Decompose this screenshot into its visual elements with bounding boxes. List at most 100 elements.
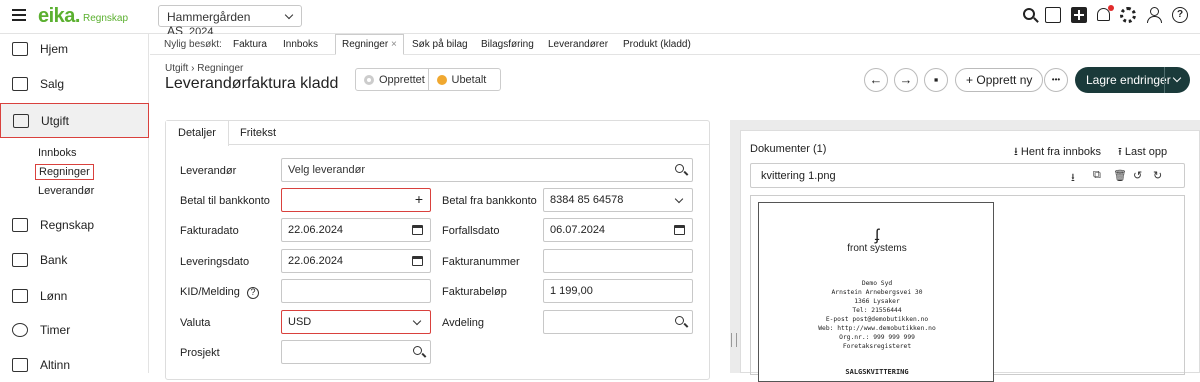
recent-tab-regninger[interactable]: Regninger × [335, 34, 404, 55]
comment-button[interactable]: ▪ [924, 68, 948, 92]
page-title: Leverandørfaktura kladd [165, 75, 339, 92]
gear-icon[interactable] [1120, 7, 1136, 23]
kid-label: KID/Melding ? [180, 286, 259, 299]
save-button[interactable]: Lagre endringer [1075, 67, 1190, 93]
help-icon[interactable]: ? [1172, 7, 1188, 23]
subnav-leverandor[interactable]: Leverandør [38, 185, 94, 197]
search-icon[interactable] [675, 164, 684, 173]
nav-bank[interactable]: Bank [0, 244, 149, 276]
receipt-line: 1366 Lysaker [854, 298, 900, 305]
betal-fra-select[interactable]: 8384 85 64578 [543, 188, 693, 212]
leveringsdato-value: 22.06.2024 [288, 255, 344, 267]
more-button[interactable]: ••• [1044, 68, 1068, 92]
recent-tabs-bar: Nylig besøkt: Faktura Innboks Regninger … [150, 34, 1200, 55]
valuta-select[interactable]: USD [281, 310, 431, 334]
fakturadato-input[interactable]: 22.06.2024 [281, 218, 431, 242]
kid-input[interactable] [281, 279, 431, 303]
fakturadato-label: Fakturadato [180, 225, 239, 237]
forfallsdato-label: Forfallsdato [442, 225, 500, 237]
upload-link[interactable]: ⭱ Last opp [1118, 143, 1167, 162]
breadcrumb[interactable]: Utgift › Regninger [165, 63, 243, 74]
recent-tab-innboks[interactable]: Innboks [283, 34, 318, 55]
recent-tab-bilagsforing[interactable]: Bilagsføring [481, 34, 534, 55]
plus-icon[interactable]: + [415, 191, 423, 207]
fetch-from-inbox-link[interactable]: ⭳ Hent fra innboks [1014, 143, 1101, 162]
leverandor-input[interactable]: Velg leverandør [281, 158, 693, 182]
leverandor-placeholder: Velg leverandør [288, 164, 366, 176]
status-unpaid-label: Ubetalt [451, 73, 487, 86]
nav-utgift[interactable]: Utgift [0, 103, 149, 138]
betal-fra-value: 8384 85 64578 [550, 194, 624, 206]
fakturanummer-label: Fakturanummer [442, 256, 520, 268]
logo: eika. [38, 5, 80, 27]
document-preview: ʄ front systems Demo Syd Arnstein Arnebe… [750, 195, 1185, 382]
rotate-left-icon[interactable]: ↺ [1133, 169, 1142, 182]
betal-til-label: Betal til bankkonto [180, 195, 270, 207]
open-external-icon[interactable]: ⧉ [1093, 169, 1101, 182]
recent-tab-produkt[interactable]: Produkt (kladd) [623, 34, 691, 55]
calendar-icon[interactable] [412, 225, 423, 235]
nav-label: Utgift [41, 113, 70, 128]
betal-fra-label: Betal fra bankkonto [442, 195, 537, 207]
nav-lonn[interactable]: Lønn [0, 280, 149, 312]
documents-title: Dokumenter (1) [750, 143, 827, 155]
create-new-button[interactable]: + Opprett ny [955, 68, 1044, 92]
subnav-regninger[interactable]: Regninger [35, 164, 94, 180]
nav-hjem[interactable]: Hjem [0, 33, 149, 65]
ledger-icon [12, 218, 28, 232]
chart-icon [12, 42, 28, 56]
receipt-line: Org.nr.: 999 999 999 [839, 334, 915, 341]
comment-icon: ▪ [933, 72, 939, 87]
recent-tab-sok[interactable]: Søk på bilag [412, 34, 468, 55]
trash-icon[interactable]: 🗑 [1113, 169, 1127, 182]
rotate-right-icon[interactable]: ↻ [1153, 169, 1162, 182]
betal-til-input[interactable]: + [281, 188, 431, 212]
receipt-line: Web: http://www.demobutikken.no [818, 325, 936, 332]
close-icon[interactable]: × [391, 39, 397, 50]
back-button[interactable]: ← [864, 68, 888, 92]
receipt-line: Tel: 21556444 [852, 307, 902, 314]
chevron-down-icon[interactable] [1172, 73, 1182, 83]
forward-button[interactable]: → [894, 68, 918, 92]
file-row[interactable]: kvittering 1.png ⭳ ⧉ 🗑 ↺ ↻ [750, 163, 1185, 188]
search-icon[interactable] [413, 346, 422, 355]
nav-salg[interactable]: Salg [0, 68, 149, 100]
resize-handle[interactable] [731, 333, 737, 347]
subnav-innboks[interactable]: Innboks [38, 147, 77, 159]
add-icon[interactable] [1071, 7, 1087, 23]
nav-timer[interactable]: Timer [0, 314, 149, 346]
menu-icon[interactable] [12, 9, 26, 21]
tab-label: Regninger [342, 39, 389, 50]
recent-tab-faktura[interactable]: Faktura [233, 34, 267, 55]
company-selector[interactable]: Hammergården AS 2024 [158, 5, 302, 38]
search-icon[interactable] [675, 316, 684, 325]
file-name: kvittering 1.png [761, 170, 836, 182]
recent-tab-leverandorer[interactable]: Leverandører [548, 34, 608, 55]
leveringsdato-input[interactable]: 22.06.2024 [281, 249, 431, 273]
nav-label: Bank [40, 253, 68, 267]
receipt-brand: front systems [847, 243, 907, 254]
tab-fritekst[interactable]: Fritekst [228, 121, 288, 145]
download-icon: ⭳ [1014, 146, 1018, 158]
receipt-icon [13, 113, 29, 128]
help-icon[interactable]: ? [246, 287, 259, 299]
fakturabelop-input[interactable]: 1 199,00 [543, 279, 693, 303]
nav-regnskap[interactable]: Regnskap [0, 209, 149, 241]
tab-detaljer[interactable]: Detaljer [166, 121, 229, 146]
bell-icon[interactable] [1097, 5, 1114, 21]
fetch-label: Hent fra innboks [1020, 146, 1102, 158]
search-icon[interactable] [1023, 8, 1035, 20]
calendar-icon[interactable] [412, 256, 423, 266]
plus-icon: + [966, 73, 974, 87]
user-icon[interactable] [1146, 7, 1162, 23]
nav-altinn[interactable]: Altinn [0, 349, 149, 381]
receipt-title: SALGSKVITTERING [845, 368, 909, 376]
upload-label: Last opp [1124, 146, 1168, 158]
prosjekt-input[interactable] [281, 340, 431, 364]
document-icon[interactable] [1045, 7, 1061, 23]
avdeling-input[interactable] [543, 310, 693, 334]
calendar-icon[interactable] [674, 225, 685, 235]
fakturanummer-input[interactable] [543, 249, 693, 273]
forfallsdato-input[interactable]: 06.07.2024 [543, 218, 693, 242]
download-icon[interactable]: ⭳ [1071, 169, 1075, 188]
